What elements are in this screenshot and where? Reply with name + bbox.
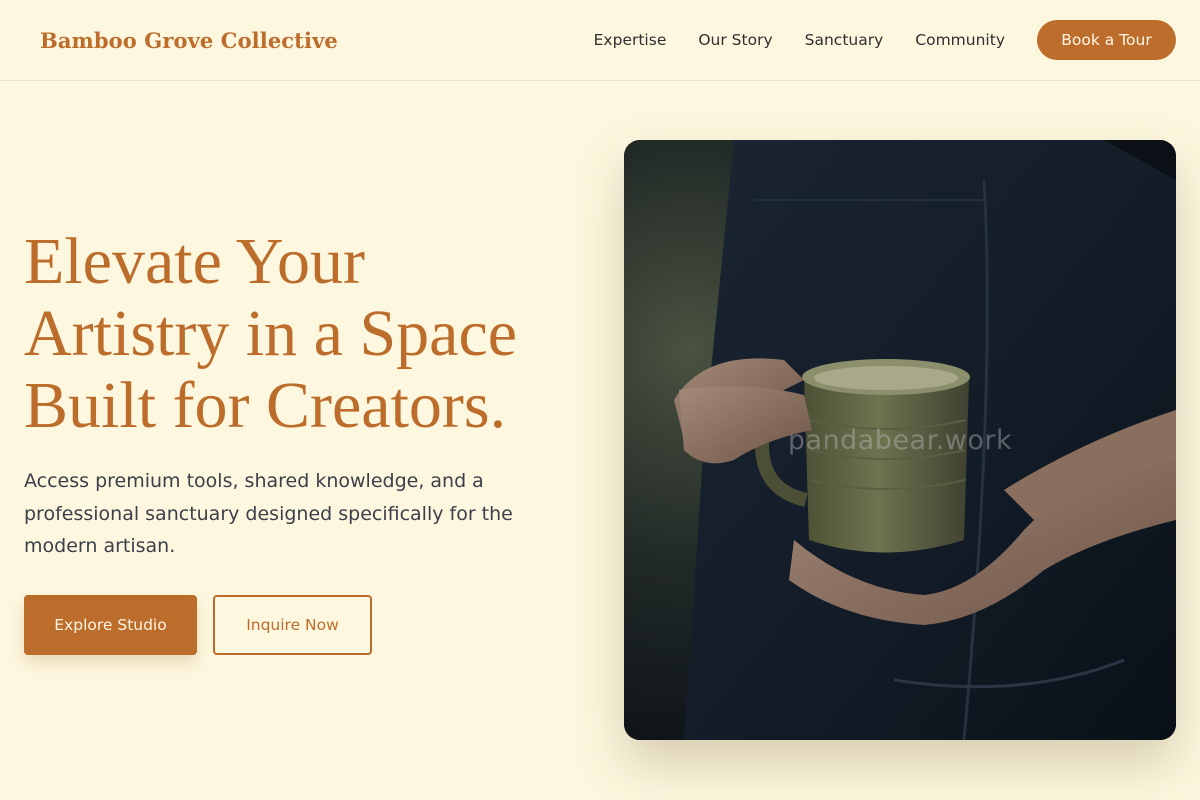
image-watermark: pandabear.work [787, 425, 1013, 456]
main-nav: Expertise Our Story Sanctuary Community … [594, 20, 1176, 60]
hero-title-line: Elevate Your [24, 225, 365, 298]
hero-title-line: Artistry in a Space [24, 297, 518, 370]
hero-image: pandabear.work [624, 140, 1176, 740]
hero-title: Elevate Your Artistry in a Space Built f… [24, 226, 584, 442]
nav-link-expertise[interactable]: Expertise [594, 31, 667, 49]
nav-link-our-story[interactable]: Our Story [698, 31, 772, 49]
hero-title-line: Built for Creators. [24, 369, 507, 442]
book-tour-button[interactable]: Book a Tour [1037, 20, 1176, 60]
brand-logo[interactable]: Bamboo Grove Collective [40, 28, 338, 53]
nav-link-community[interactable]: Community [915, 31, 1005, 49]
hero-subtitle: Access premium tools, shared knowledge, … [24, 470, 513, 557]
inquire-now-button[interactable]: Inquire Now [213, 595, 372, 655]
nav-link-sanctuary[interactable]: Sanctuary [805, 31, 884, 49]
site-header: Bamboo Grove Collective Expertise Our St… [0, 0, 1200, 81]
explore-studio-button[interactable]: Explore Studio [24, 595, 197, 655]
